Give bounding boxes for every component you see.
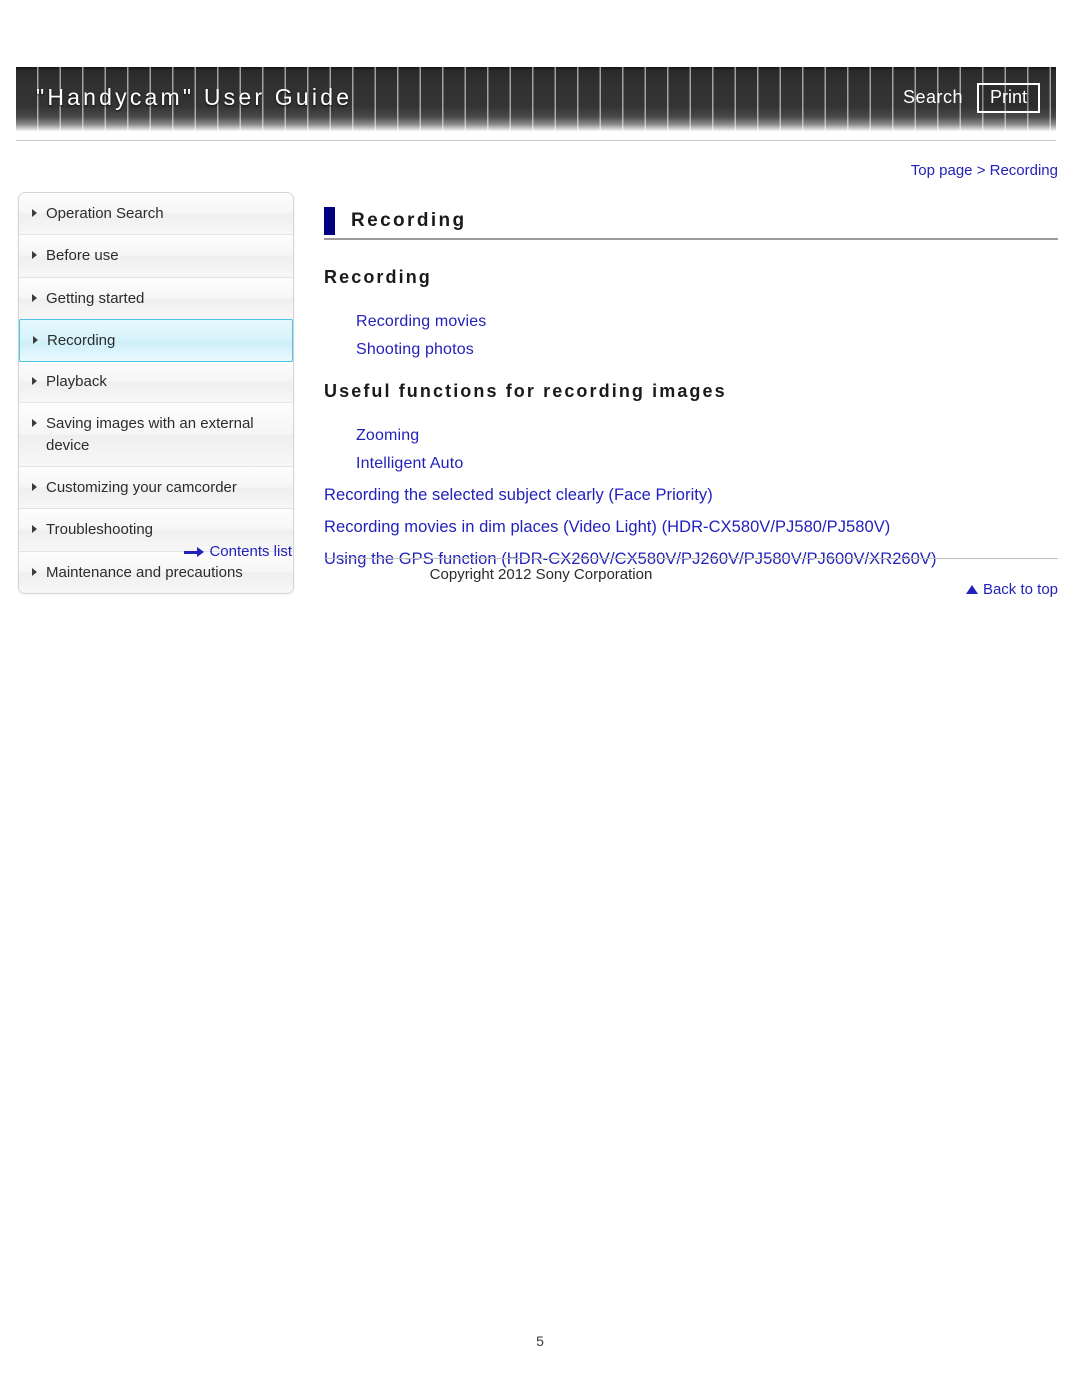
sidebar-item-label: Maintenance and precautions — [46, 563, 243, 581]
back-to-top-link[interactable]: Back to top — [965, 580, 1058, 598]
sidebar-item-before-use[interactable]: Before use — [19, 235, 293, 278]
site-title: "Handycam" User Guide — [36, 84, 353, 110]
section-heading-recording: Recording — [324, 267, 432, 287]
list-item: Recording movies — [324, 303, 1058, 331]
site-header: "Handycam" User Guide Search Print — [16, 67, 1056, 131]
footer-divider — [324, 558, 1058, 559]
link-face-priority[interactable]: Recording the selected subject clearly (… — [324, 473, 1058, 505]
back-to-top-row: Back to top — [324, 581, 1058, 599]
sidebar-item-label: Getting started — [46, 289, 145, 307]
contents-list-label: Contents list — [209, 543, 292, 560]
list-item: Intelligent Auto — [324, 445, 1058, 473]
link-recording-movies[interactable]: Recording movies — [324, 303, 1058, 331]
print-button[interactable]: Print — [976, 83, 1040, 113]
breadcrumb-separator: > — [976, 162, 986, 179]
page-title: Recording — [351, 210, 467, 231]
header-actions: Search Print — [903, 83, 1040, 113]
sidebar-item-getting-started[interactable]: Getting started — [19, 277, 293, 320]
section-link-list-useful-functions: Zooming Intelligent Auto Recording the s… — [324, 417, 1058, 569]
triangle-right-icon — [32, 419, 37, 428]
link-intelligent-auto[interactable]: Intelligent Auto — [324, 445, 1058, 473]
sidebar-item-saving-images[interactable]: Saving images with an external device — [19, 403, 293, 468]
back-to-top-label: Back to top — [982, 580, 1058, 598]
triangle-right-icon — [32, 525, 37, 534]
sidebar-navigation: Operation Search Before use Getting star… — [18, 192, 294, 594]
section-heading-useful-functions: Useful functions for recording images — [324, 380, 727, 401]
page-title-row: Recording — [324, 206, 1058, 240]
arrow-right-icon — [184, 547, 205, 557]
header-banner-stripes: "Handycam" User Guide Search Print — [16, 67, 1056, 131]
header-divider — [16, 140, 1056, 141]
triangle-right-icon — [33, 335, 38, 344]
sidebar-item-customizing-your-camcorder[interactable]: Customizing your camcorder — [19, 467, 293, 510]
link-gps-function[interactable]: Using the GPS function (HDR-CX260V/CX580… — [324, 537, 1058, 569]
sidebar-item-label: Before use — [46, 247, 119, 265]
page-number: 5 — [536, 1333, 544, 1349]
sidebar-item-label: Customizing your camcorder — [46, 479, 237, 497]
link-zooming[interactable]: Zooming — [324, 417, 1058, 445]
list-item: Recording movies in dim places (Video Li… — [324, 505, 1058, 537]
breadcrumb: Top page > Recording — [911, 162, 1058, 179]
search-button[interactable]: Search — [903, 87, 963, 108]
link-shooting-photos[interactable]: Shooting photos — [324, 331, 1058, 359]
list-item: Zooming — [324, 417, 1058, 445]
triangle-right-icon — [32, 377, 37, 386]
sidebar-item-label: Playback — [46, 373, 107, 391]
sidebar-item-label: Recording — [47, 331, 116, 349]
triangle-right-icon — [32, 483, 37, 492]
sidebar-item-operation-search[interactable]: Operation Search — [19, 193, 293, 236]
contents-list-row: Contents list — [18, 543, 293, 562]
list-item: Recording the selected subject clearly (… — [324, 473, 1058, 505]
section-link-list-recording: Recording movies Shooting photos — [324, 303, 1058, 359]
main-content: Recording Recording Recording movies Sho… — [324, 206, 1058, 599]
breadcrumb-item-current[interactable]: Recording — [990, 162, 1058, 179]
title-marker-icon — [324, 207, 335, 235]
triangle-up-icon — [965, 584, 978, 594]
sidebar-item-label: Saving images with an external device — [46, 415, 254, 454]
list-item: Using the GPS function (HDR-CX260V/CX580… — [324, 537, 1058, 569]
list-item: Shooting photos — [324, 331, 1058, 359]
link-video-light[interactable]: Recording movies in dim places (Video Li… — [324, 505, 1058, 537]
breadcrumb-item-top-page[interactable]: Top page — [911, 162, 973, 179]
triangle-right-icon — [32, 251, 37, 260]
triangle-right-icon — [32, 567, 37, 576]
sidebar-item-label: Operation Search — [46, 205, 164, 222]
sidebar-item-label: Troubleshooting — [46, 521, 154, 539]
triangle-right-icon — [32, 293, 37, 302]
copyright-text: Copyright 2012 Sony Corporation — [429, 566, 653, 583]
sidebar-item-recording[interactable]: Recording — [19, 318, 293, 363]
sidebar-item-playback[interactable]: Playback — [19, 361, 293, 404]
triangle-right-icon — [32, 209, 37, 217]
contents-list-link[interactable]: Contents list — [184, 543, 292, 560]
